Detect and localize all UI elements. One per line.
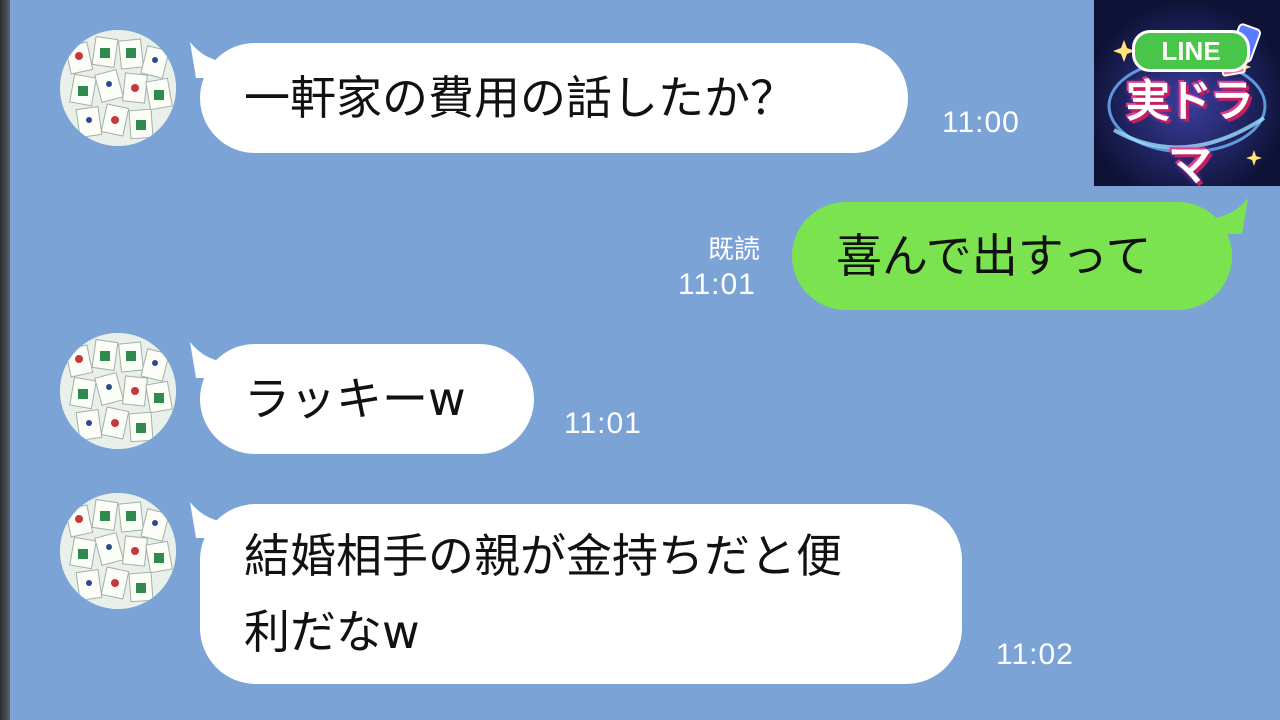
message-text: 結婚相手の親が金持ちだと便 利だなw bbox=[244, 529, 842, 659]
channel-logo: LINE 実ドラマ bbox=[1094, 0, 1280, 186]
message-text: 一軒家の費用の話したか？ bbox=[244, 71, 796, 125]
message-time: 11:00 bbox=[942, 106, 1020, 139]
message-bubble[interactable]: ラッキーw bbox=[200, 344, 534, 454]
message-bubble[interactable]: 喜んで出すって bbox=[792, 202, 1232, 310]
message-bubble[interactable]: 一軒家の費用の話したか？ bbox=[200, 43, 908, 153]
sender-avatar[interactable] bbox=[60, 30, 176, 146]
mahjong-tiles-icon bbox=[60, 333, 176, 449]
logo-title: 実ドラマ bbox=[1126, 76, 1254, 186]
bubble-tail bbox=[190, 342, 222, 378]
message-time: 11:01 bbox=[678, 268, 756, 301]
line-badge: LINE bbox=[1132, 30, 1250, 72]
bubble-tail bbox=[190, 42, 222, 78]
sender-avatar[interactable] bbox=[60, 493, 176, 609]
read-receipt: 既読 bbox=[708, 235, 761, 265]
bubble-tail bbox=[1216, 198, 1248, 234]
chat-area[interactable]: 一軒家の費用の話したか？ 11:00 既読 11:01 喜んで出すって ラッキー… bbox=[0, 0, 1280, 720]
message-text: ラッキーw bbox=[244, 372, 466, 426]
bubble-tail bbox=[190, 502, 222, 538]
mahjong-tiles-icon bbox=[60, 30, 176, 146]
message-time: 11:02 bbox=[996, 638, 1074, 671]
message-bubble[interactable]: 結婚相手の親が金持ちだと便 利だなw bbox=[200, 504, 962, 684]
message-time: 11:01 bbox=[564, 407, 642, 440]
mahjong-tiles-icon bbox=[60, 493, 176, 609]
message-text: 喜んで出すって bbox=[836, 229, 1152, 283]
sender-avatar[interactable] bbox=[60, 333, 176, 449]
